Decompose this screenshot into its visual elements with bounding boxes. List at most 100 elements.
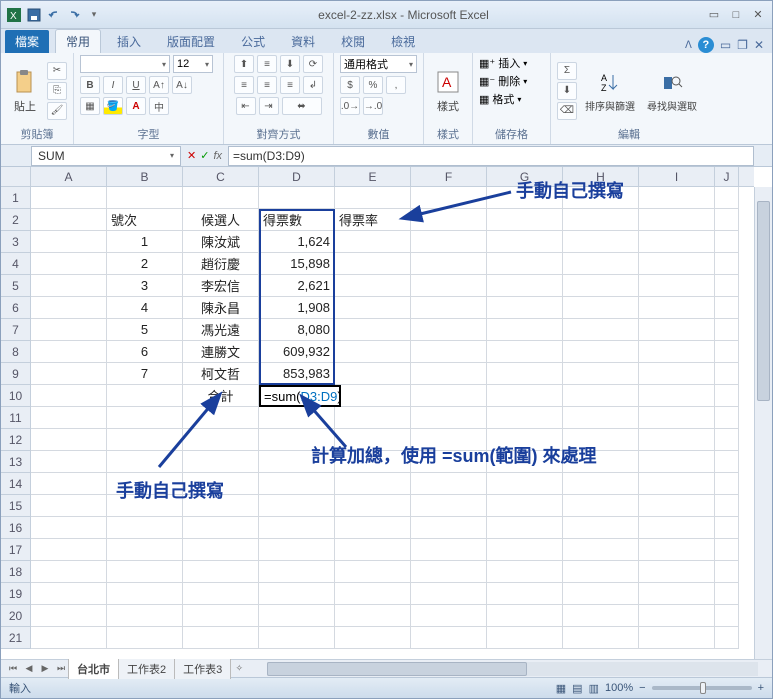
col-header-B[interactable]: B xyxy=(107,167,183,186)
cell-J5[interactable] xyxy=(715,275,739,297)
cell-F5[interactable] xyxy=(411,275,487,297)
cell-J20[interactable] xyxy=(715,605,739,627)
cell-E6[interactable] xyxy=(335,297,411,319)
increase-decimal-icon[interactable]: .0→ xyxy=(340,97,360,115)
align-middle-icon[interactable]: ≡ xyxy=(257,55,277,73)
formula-bar[interactable]: =sum(D3:D9) xyxy=(228,146,754,166)
cell-F18[interactable] xyxy=(411,561,487,583)
cell-J16[interactable] xyxy=(715,517,739,539)
cell-G6[interactable] xyxy=(487,297,563,319)
save-icon[interactable] xyxy=(25,6,43,24)
cell-F13[interactable] xyxy=(411,451,487,473)
qat-dropdown-icon[interactable]: ▾ xyxy=(85,6,103,24)
cell-F20[interactable] xyxy=(411,605,487,627)
view-layout-icon[interactable]: ▤ xyxy=(572,682,582,695)
cell-E13[interactable] xyxy=(335,451,411,473)
italic-button[interactable]: I xyxy=(103,76,123,94)
cell-D1[interactable] xyxy=(259,187,335,209)
font-size-combo[interactable]: 12▾ xyxy=(173,55,213,73)
autosum-icon[interactable]: Σ xyxy=(557,62,577,80)
cell-C18[interactable] xyxy=(183,561,259,583)
cell-G10[interactable] xyxy=(487,385,563,407)
cell-G17[interactable] xyxy=(487,539,563,561)
row-header-14[interactable]: 14 xyxy=(1,473,30,495)
row-header-12[interactable]: 12 xyxy=(1,429,30,451)
cell-D19[interactable] xyxy=(259,583,335,605)
row-header-5[interactable]: 5 xyxy=(1,275,30,297)
tab-formulas[interactable]: 公式 xyxy=(231,30,275,53)
new-sheet-icon[interactable]: ✧ xyxy=(231,662,247,676)
cell-G19[interactable] xyxy=(487,583,563,605)
clear-icon[interactable]: ⌫ xyxy=(557,102,577,120)
cell-D13[interactable] xyxy=(259,451,335,473)
cell-G14[interactable] xyxy=(487,473,563,495)
cell-B14[interactable] xyxy=(107,473,183,495)
cell-D17[interactable] xyxy=(259,539,335,561)
horizontal-scrollbar[interactable] xyxy=(267,662,758,676)
zoom-knob[interactable] xyxy=(700,682,706,694)
cell-F4[interactable] xyxy=(411,253,487,275)
cancel-formula-icon[interactable]: ✕ xyxy=(187,149,196,162)
maximize-icon[interactable]: □ xyxy=(726,7,746,23)
cell-E15[interactable] xyxy=(335,495,411,517)
doc-close-icon[interactable]: ✕ xyxy=(754,38,764,52)
cell-C2[interactable]: 候選人 xyxy=(183,209,259,231)
row-header-10[interactable]: 10 xyxy=(1,385,30,407)
styles-button[interactable]: A樣式 xyxy=(430,66,466,116)
cell-A10[interactable] xyxy=(31,385,107,407)
tab-review[interactable]: 校閱 xyxy=(331,30,375,53)
cell-G3[interactable] xyxy=(487,231,563,253)
cell-A3[interactable] xyxy=(31,231,107,253)
cell-E21[interactable] xyxy=(335,627,411,649)
enter-formula-icon[interactable]: ✓ xyxy=(200,149,209,162)
cell-J6[interactable] xyxy=(715,297,739,319)
cell-J10[interactable] xyxy=(715,385,739,407)
cell-B10[interactable] xyxy=(107,385,183,407)
cell-E7[interactable] xyxy=(335,319,411,341)
cell-G20[interactable] xyxy=(487,605,563,627)
zoom-level[interactable]: 100% xyxy=(605,682,633,694)
close-icon[interactable]: ✕ xyxy=(748,7,768,23)
cell-A11[interactable] xyxy=(31,407,107,429)
cell-A15[interactable] xyxy=(31,495,107,517)
col-header-F[interactable]: F xyxy=(411,167,487,186)
zoom-in-button[interactable]: + xyxy=(758,682,764,694)
cell-H18[interactable] xyxy=(563,561,639,583)
cell-A5[interactable] xyxy=(31,275,107,297)
decrease-decimal-icon[interactable]: →.0 xyxy=(363,97,383,115)
cell-I21[interactable] xyxy=(639,627,715,649)
cell-E8[interactable] xyxy=(335,341,411,363)
cell-E1[interactable] xyxy=(335,187,411,209)
view-pagebreak-icon[interactable]: ▥ xyxy=(589,682,599,695)
cell-I4[interactable] xyxy=(639,253,715,275)
fill-color-button[interactable]: 🪣 xyxy=(103,97,123,115)
cell-G16[interactable] xyxy=(487,517,563,539)
cell-C4[interactable]: 趙衍慶 xyxy=(183,253,259,275)
cell-I7[interactable] xyxy=(639,319,715,341)
cell-A7[interactable] xyxy=(31,319,107,341)
cell-H11[interactable] xyxy=(563,407,639,429)
cell-E9[interactable] xyxy=(335,363,411,385)
cell-B5[interactable]: 3 xyxy=(107,275,183,297)
row-header-20[interactable]: 20 xyxy=(1,605,30,627)
cell-F3[interactable] xyxy=(411,231,487,253)
tab-view[interactable]: 檢視 xyxy=(381,30,425,53)
cell-D20[interactable] xyxy=(259,605,335,627)
cell-D7[interactable]: 8,080 xyxy=(259,319,335,341)
currency-icon[interactable]: $ xyxy=(340,76,360,94)
cell-C16[interactable] xyxy=(183,517,259,539)
wrap-text-icon[interactable]: ↲ xyxy=(303,76,323,94)
view-normal-icon[interactable]: ▦ xyxy=(556,682,566,695)
cell-J18[interactable] xyxy=(715,561,739,583)
cell-C19[interactable] xyxy=(183,583,259,605)
row-header-21[interactable]: 21 xyxy=(1,627,30,649)
cell-I11[interactable] xyxy=(639,407,715,429)
cell-H16[interactable] xyxy=(563,517,639,539)
format-painter-icon[interactable]: 🖌 xyxy=(47,102,67,120)
cell-D2[interactable]: 得票數 xyxy=(259,209,335,231)
merge-icon[interactable]: ⬌ xyxy=(282,97,322,115)
row-header-11[interactable]: 11 xyxy=(1,407,30,429)
help-icon[interactable]: ? xyxy=(698,37,714,53)
cell-D15[interactable] xyxy=(259,495,335,517)
cell-D21[interactable] xyxy=(259,627,335,649)
